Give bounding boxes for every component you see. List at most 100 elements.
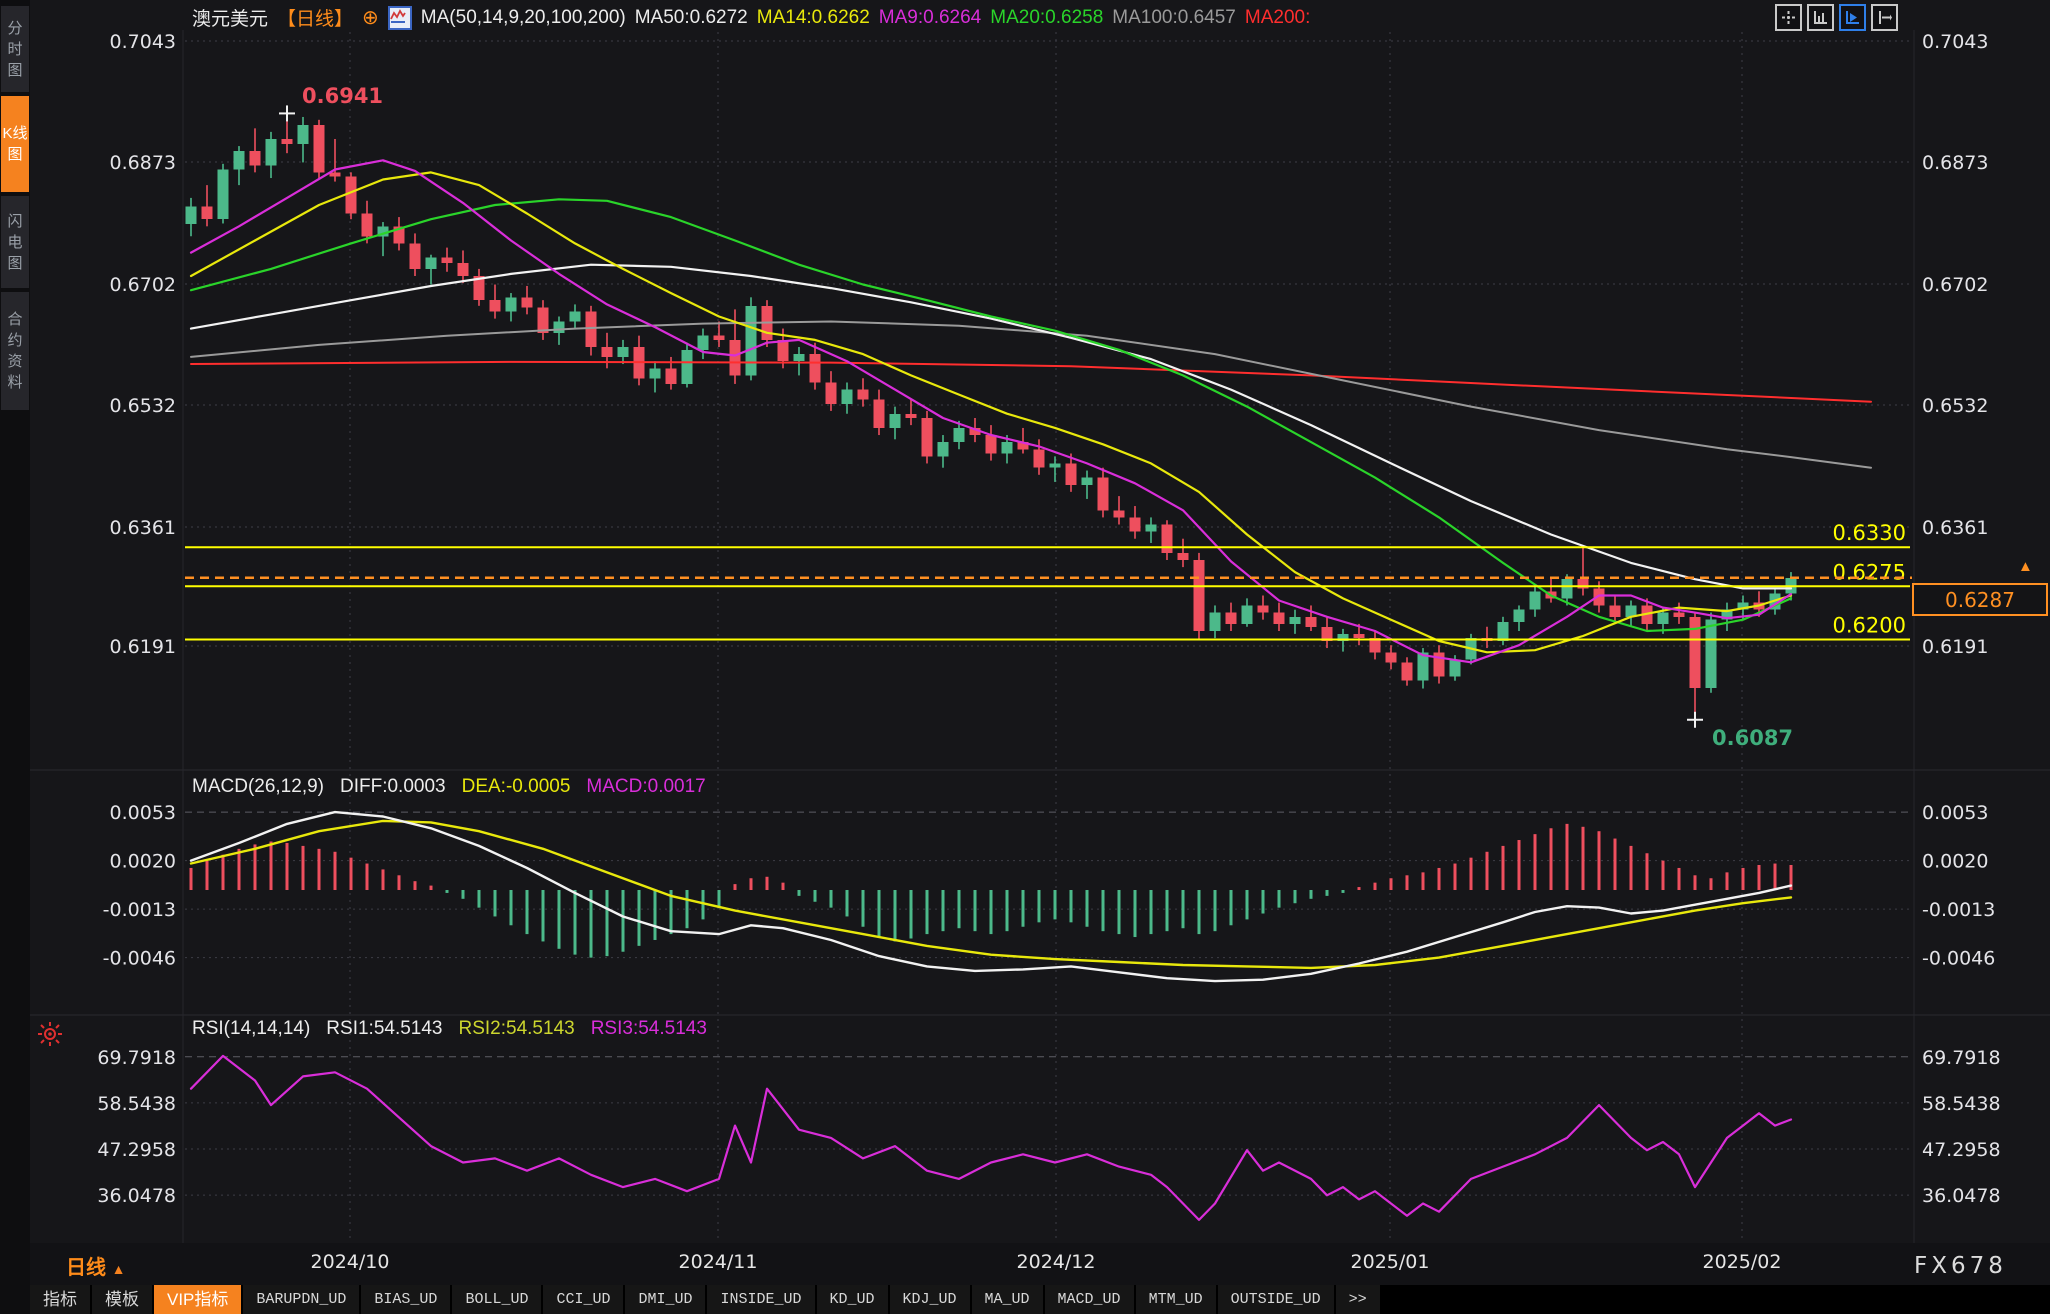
rsi-axis-label-right: 58.5438 [1922, 1093, 2001, 1115]
period-tag[interactable]: 【日线】 [277, 4, 353, 31]
ma-line [191, 322, 1871, 468]
level-price-label: 0.6200 [1833, 614, 1906, 638]
candle-body [1050, 463, 1061, 467]
price-axis-label-right: 0.6361 [1922, 517, 1988, 539]
period-selector[interactable]: 日线 ▲ [66, 1251, 125, 1280]
candle-body [458, 263, 469, 276]
crosshair-move-icon[interactable] [1775, 4, 1802, 31]
candle-body [794, 354, 805, 361]
crosshair-glyph [1781, 10, 1796, 25]
rsi3-value: RSI3:54.5143 [591, 1018, 707, 1040]
candle-body [1098, 478, 1109, 511]
candle-body [1226, 613, 1237, 624]
macd-title: MACD(26,12,9) [192, 776, 324, 798]
candle-body [218, 170, 229, 220]
candle-body [1706, 620, 1717, 688]
toolbar-tab-INSIDE_UD[interactable]: INSIDE_UD [707, 1285, 814, 1314]
trading-app: 0.70430.70430.68730.68730.67020.67020.65… [0, 0, 2050, 1314]
candle-body [1354, 634, 1365, 638]
candle-body [986, 435, 997, 453]
macd-macd-value: MACD:0.0017 [586, 776, 705, 798]
axis-pan-glyph [1877, 10, 1892, 25]
toolbar-tab-MACD_UD[interactable]: MACD_UD [1045, 1285, 1134, 1314]
candle-body [1498, 622, 1509, 641]
rsi-axis-label-left: 47.2958 [97, 1139, 176, 1161]
toolbar-tab-CCI_UD[interactable]: CCI_UD [543, 1285, 623, 1314]
toolbar-tab-DMI_UD[interactable]: DMI_UD [625, 1285, 705, 1314]
mini-chart-icon[interactable] [388, 6, 412, 30]
toolbar-tab-BOLL_UD[interactable]: BOLL_UD [452, 1285, 541, 1314]
candle-body [506, 297, 517, 311]
chart-canvas[interactable]: 0.70430.70430.68730.68730.67020.67020.65… [0, 0, 2050, 1314]
sidebar-item-contract-info[interactable]: 合约资料 [1, 292, 29, 410]
toolbar-tab-指标[interactable]: 指标 [30, 1285, 90, 1314]
chart-scale-icon[interactable] [1807, 4, 1834, 31]
month-axis-label: 2024/11 [648, 1251, 788, 1273]
toolbar-tab-BIAS_UD[interactable]: BIAS_UD [361, 1285, 450, 1314]
candle-body [442, 258, 453, 264]
candle-body [1402, 662, 1413, 680]
axis-pan-icon[interactable] [1871, 4, 1898, 31]
add-compare-icon[interactable]: ⊕ [362, 8, 379, 28]
candle-body [1210, 613, 1221, 631]
candle-body [938, 442, 949, 456]
chart-tool-buttons [1775, 4, 1898, 31]
price-axis-label-left: 0.6191 [110, 636, 176, 658]
toolbar-tab-MTM_UD[interactable]: MTM_UD [1136, 1285, 1216, 1314]
candle-body [266, 139, 277, 165]
month-axis-label: 2025/01 [1320, 1251, 1460, 1273]
month-axis-label: 2024/12 [986, 1251, 1126, 1273]
candle-body [890, 414, 901, 428]
candle-body [602, 347, 613, 357]
price-axis-label-right: 0.6702 [1922, 274, 1988, 296]
candle-body [682, 350, 693, 384]
indicator-settings-icon[interactable] [36, 1020, 64, 1053]
chart-type-sidebar: 分时图 K线图 闪电图 合约资料 [0, 0, 30, 1314]
ma200-value: MA200: [1245, 7, 1310, 29]
toolbar-tab-VIP指标[interactable]: VIP指标 [154, 1285, 241, 1314]
month-axis-label: 2024/10 [280, 1251, 420, 1273]
ma-settings-label: MA(50,14,9,20,100,200) [421, 7, 626, 29]
toolbar-tab-MA_UD[interactable]: MA_UD [972, 1285, 1043, 1314]
ma50-value: MA50:0.6272 [635, 7, 748, 29]
time-axis-row: 日线 ▲ 2024/102024/112024/122025/012025/02… [0, 1243, 2050, 1285]
macd-axis-label-right: 0.0020 [1922, 851, 1988, 873]
candle-body [1274, 613, 1285, 624]
candle-body [202, 206, 213, 219]
toolbar-tab-BARUPDN_UD[interactable]: BARUPDN_UD [243, 1285, 359, 1314]
toolbar-tab-KD_UD[interactable]: KD_UD [817, 1285, 888, 1314]
candle-body [250, 151, 261, 165]
rsi-axis-label-left: 58.5438 [97, 1093, 176, 1115]
toolbar-tab-OUTSIDE_UD[interactable]: OUTSIDE_UD [1218, 1285, 1334, 1314]
candle-body [730, 340, 741, 376]
candle-body [666, 368, 677, 384]
toolbar-tab-KDJ_UD[interactable]: KDJ_UD [890, 1285, 970, 1314]
candle-body [522, 297, 533, 307]
chevron-up-icon: ▲ [112, 1261, 126, 1277]
ma9-value: MA9:0.6264 [879, 7, 981, 29]
toolbar-more-button[interactable]: >> [1336, 1285, 1380, 1314]
ma20-value: MA20:0.6258 [990, 7, 1103, 29]
price-axis-label-left: 0.6532 [110, 395, 176, 417]
sidebar-item-timeshare-chart[interactable]: 分时图 [1, 6, 29, 92]
macd-axis-label-right: -0.0046 [1922, 948, 1995, 970]
level-price-label: 0.6330 [1833, 521, 1906, 545]
sidebar-item-kline-chart[interactable]: K线图 [1, 96, 29, 192]
candle-body [618, 347, 629, 357]
macd-dea-value: DEA:-0.0005 [462, 776, 571, 798]
sidebar-item-lightning-chart[interactable]: 闪电图 [1, 196, 29, 288]
toolbar-tab-模板[interactable]: 模板 [92, 1285, 152, 1314]
candle-body [1114, 510, 1125, 517]
macd-axis-label-left: 0.0020 [110, 851, 176, 873]
rsi-title: RSI(14,14,14) [192, 1018, 310, 1040]
price-axis-label-left: 0.6361 [110, 517, 176, 539]
candle-body [1162, 525, 1173, 553]
candle-body [1674, 613, 1685, 617]
chart-play-icon[interactable] [1839, 4, 1866, 31]
macd-diff-value: DIFF:0.0003 [340, 776, 446, 798]
low-price-annotation: 0.6087 [1712, 726, 1793, 750]
candle-body [1610, 605, 1621, 616]
candle-body [714, 336, 725, 340]
candle-body [298, 125, 309, 144]
price-axis-label-right: 0.6873 [1922, 152, 1988, 174]
